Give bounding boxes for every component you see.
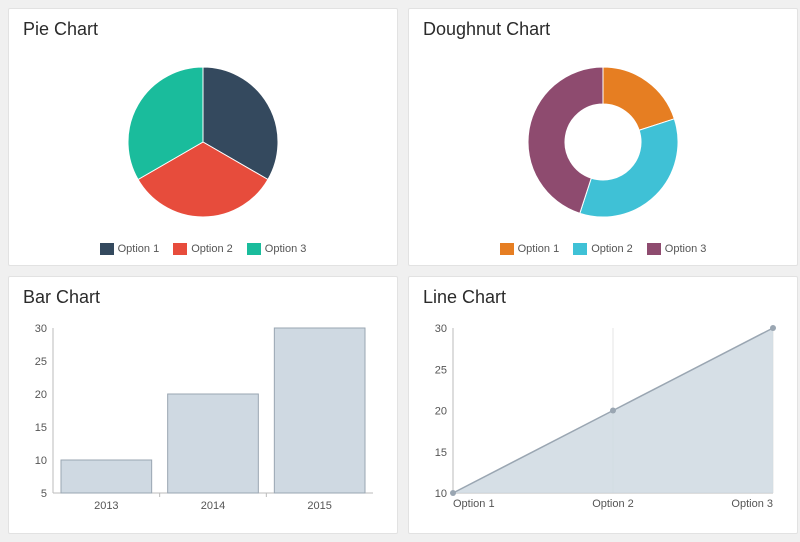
legend-swatch (100, 243, 114, 255)
legend-swatch (247, 243, 261, 255)
legend-label: Option 1 (118, 243, 160, 255)
legend-label: Option 2 (191, 243, 233, 255)
y-tick-label: 15 (435, 446, 447, 458)
line-chart-title: Line Chart (423, 287, 783, 308)
x-tick-label: 2013 (94, 500, 118, 512)
bar-chart-area: 5 10 15 20 25 30 2013 2014 2015 (23, 312, 383, 523)
legend-label: Option 2 (591, 243, 633, 255)
legend-item: Option 3 (247, 243, 307, 255)
y-tick-label: 30 (435, 323, 447, 335)
doughnut-chart-area (423, 44, 783, 239)
legend-item: Option 1 (500, 243, 560, 255)
bar (168, 394, 259, 493)
pie-chart-legend: Option 1 Option 2 Option 3 (23, 243, 383, 255)
legend-swatch (500, 243, 514, 255)
data-point (770, 325, 776, 331)
y-tick-label: 25 (35, 356, 47, 368)
bar-chart-panel: Bar Chart 5 10 15 20 25 30 2013 2014 2015 (8, 276, 398, 534)
legend-swatch (647, 243, 661, 255)
pie-chart-svg (103, 52, 303, 232)
y-tick-label: 25 (435, 364, 447, 376)
legend-label: Option 3 (665, 243, 707, 255)
legend-item: Option 3 (647, 243, 707, 255)
legend-item: Option 1 (100, 243, 160, 255)
legend-swatch (173, 243, 187, 255)
legend-item: Option 2 (573, 243, 633, 255)
legend-item: Option 2 (173, 243, 233, 255)
y-tick-label: 5 (41, 488, 47, 500)
x-tick-label: 2014 (201, 500, 225, 512)
bar-chart-title: Bar Chart (23, 287, 383, 308)
bar (61, 460, 152, 493)
pie-chart-title: Pie Chart (23, 19, 383, 40)
doughnut-slice (603, 67, 674, 130)
pie-chart-area (23, 44, 383, 239)
line-chart-panel: Line Chart 10 15 20 25 30 Option 1 Option 2 Opt… (408, 276, 798, 534)
y-tick-label: 15 (35, 422, 47, 434)
doughnut-chart-legend: Option 1 Option 2 Option 3 (423, 243, 783, 255)
x-tick-label: 2015 (307, 500, 331, 512)
legend-swatch (573, 243, 587, 255)
y-tick-label: 20 (435, 405, 447, 417)
y-tick-label: 20 (35, 389, 47, 401)
bar (274, 328, 365, 493)
y-tick-label: 30 (35, 323, 47, 335)
x-tick-label: Option 1 (453, 498, 495, 510)
doughnut-chart-panel: Doughnut Chart Option 1 Option 2 Option 3 (408, 8, 798, 266)
legend-label: Option 3 (265, 243, 307, 255)
bar-chart-svg: 5 10 15 20 25 30 2013 2014 2015 (23, 318, 383, 518)
line-chart-area: 10 15 20 25 30 Option 1 Option 2 Option 3 (423, 312, 783, 523)
data-point (610, 407, 616, 413)
doughnut-slice (580, 118, 678, 216)
y-tick-label: 10 (435, 488, 447, 500)
legend-label: Option 1 (518, 243, 560, 255)
doughnut-chart-svg (503, 52, 703, 232)
y-tick-label: 10 (35, 455, 47, 467)
line-chart-svg: 10 15 20 25 30 Option 1 Option 2 Option 3 (423, 318, 783, 518)
doughnut-chart-title: Doughnut Chart (423, 19, 783, 40)
x-tick-label: Option 2 (592, 498, 634, 510)
data-point (450, 490, 456, 496)
x-tick-label: Option 3 (731, 498, 773, 510)
pie-chart-panel: Pie Chart Option 1 Option 2 Option 3 (8, 8, 398, 266)
